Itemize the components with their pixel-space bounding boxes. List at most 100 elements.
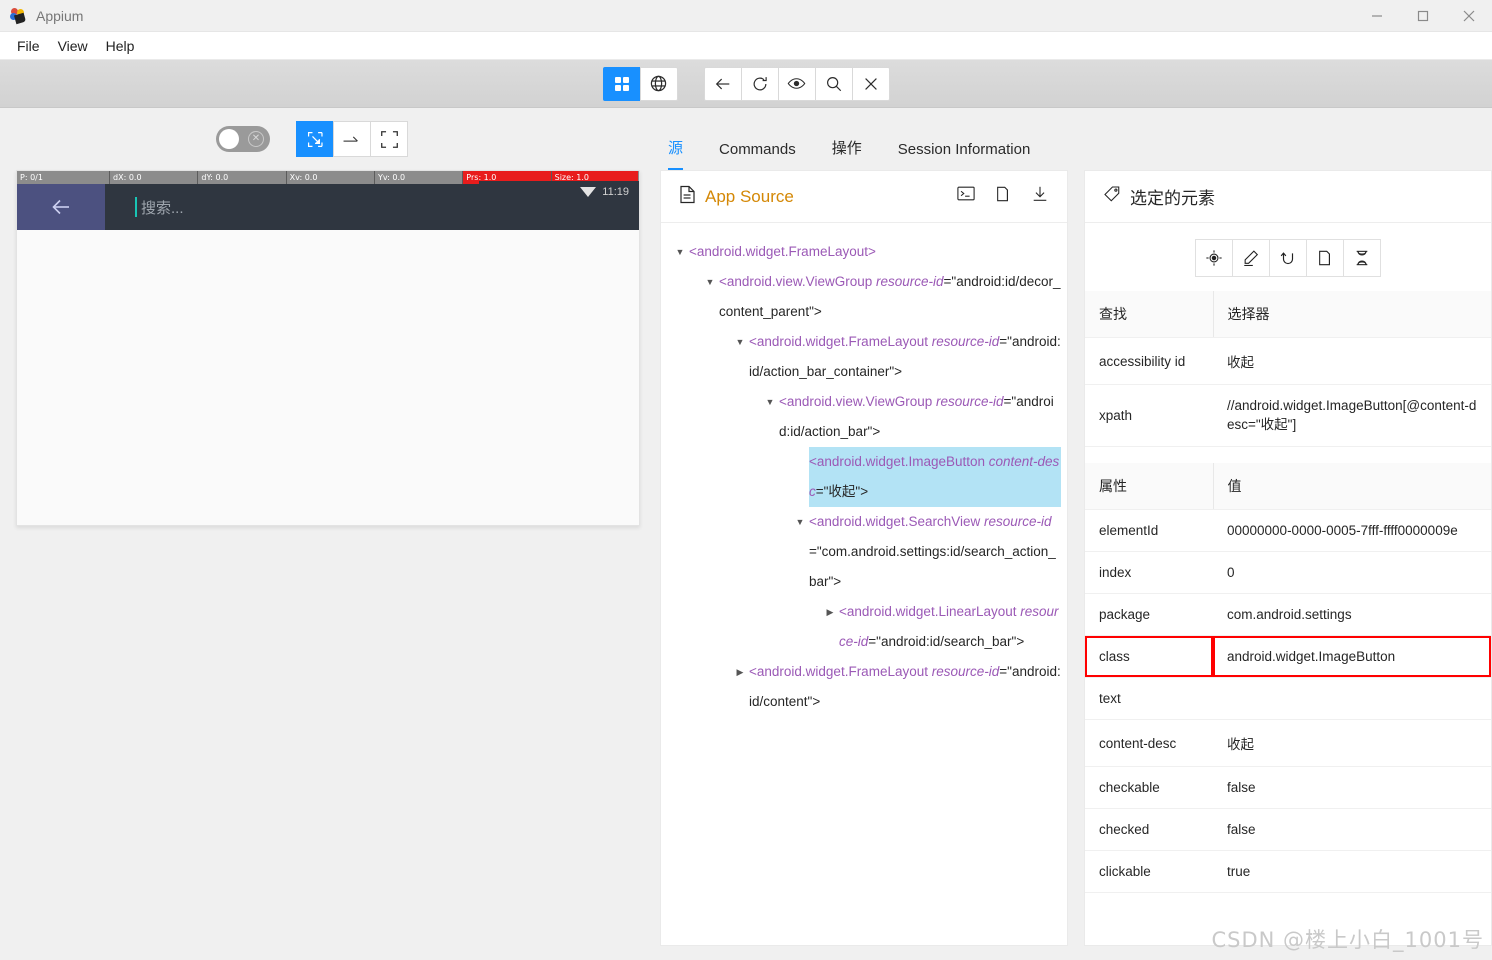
find-header-selector: 选择器 bbox=[1212, 291, 1491, 338]
selected-element-header: 选定的元素 bbox=[1085, 171, 1491, 223]
row-key: xpath bbox=[1085, 384, 1213, 447]
row-key: checkable bbox=[1085, 766, 1213, 809]
row-key: elementId bbox=[1085, 509, 1213, 552]
row-value: 收起 bbox=[1213, 337, 1491, 385]
find-selector-table: 查找 选择器 accessibility id 收起 xpath//android.… bbox=[1085, 291, 1491, 447]
table-row[interactable]: content-desc 收起 bbox=[1085, 719, 1491, 767]
selected-element-panel: 选定的元素 查找 选择器 accessibility id 收起 xpath /… bbox=[1084, 170, 1492, 946]
android-search-field[interactable]: 搜索... bbox=[105, 197, 639, 218]
row-key: clickable bbox=[1085, 850, 1213, 893]
copy-attributes-button[interactable] bbox=[1306, 239, 1344, 277]
device-content-area[interactable] bbox=[17, 230, 639, 525]
row-value: com.android.settings bbox=[1213, 593, 1491, 636]
source-tree-node[interactable]: ▼ <android.widget.SearchView resource-id=… bbox=[671, 507, 1061, 597]
source-tree-node[interactable]: ▼ <android.view.ViewGroup resource-id="an… bbox=[671, 387, 1061, 447]
row-key: text bbox=[1085, 677, 1213, 720]
row-value: false bbox=[1213, 766, 1491, 809]
app-source-actions bbox=[957, 185, 1049, 208]
table-row[interactable]: class android.widget.ImageButton bbox=[1085, 635, 1491, 678]
tab-commands[interactable]: Commands bbox=[719, 141, 796, 170]
chevron-down-icon[interactable]: ▼ bbox=[791, 507, 809, 537]
device-screenshot[interactable]: P: 0/1 dX: 0.0 dY: 0.0 Xv: 0.0 Yv: 0.0 P… bbox=[16, 170, 640, 526]
screenshot-column: ✕ P: 0/1 dX: 0.0 dY: 0.0 Xv: 0.0 Yv: 0.0… bbox=[0, 108, 660, 960]
table-row[interactable]: package com.android.settings bbox=[1085, 593, 1491, 636]
inspector-tabs: 源 Commands 操作 Session Information bbox=[660, 108, 1068, 170]
row-value: //android.widget.ImageButton[@content-de… bbox=[1213, 384, 1491, 447]
screenshot-controls: ✕ bbox=[0, 108, 660, 170]
table-row[interactable]: checked false bbox=[1085, 808, 1491, 851]
table-row[interactable]: clickable true bbox=[1085, 850, 1491, 893]
chevron-right-icon[interactable]: ▶ bbox=[731, 657, 749, 687]
tab-actions[interactable]: 操作 bbox=[832, 137, 862, 170]
web-view-button[interactable] bbox=[639, 66, 678, 101]
selected-element-title: 选定的元素 bbox=[1130, 189, 1215, 208]
search-button[interactable] bbox=[814, 66, 853, 101]
chevron-right-icon[interactable]: ▶ bbox=[821, 597, 839, 627]
android-back-button[interactable] bbox=[17, 184, 105, 230]
interaction-mode-group bbox=[296, 121, 408, 157]
tap-element-button[interactable] bbox=[1195, 239, 1233, 277]
table-row[interactable]: checkable false bbox=[1085, 766, 1491, 809]
source-tree-node[interactable]: ▼ <android.widget.FrameLayout resource-id… bbox=[671, 327, 1061, 387]
terminal-icon[interactable] bbox=[957, 185, 975, 208]
toggle-knob bbox=[219, 129, 239, 149]
text-caret bbox=[135, 197, 137, 217]
chevron-down-icon[interactable]: ▼ bbox=[671, 237, 689, 267]
window-controls bbox=[1354, 0, 1492, 32]
search-placeholder: 搜索... bbox=[141, 199, 184, 217]
app-source-panel: App Source ▼ <android.widget.FrameLayout… bbox=[660, 170, 1068, 946]
minimize-button[interactable] bbox=[1354, 0, 1400, 32]
get-timing-button[interactable] bbox=[1343, 239, 1381, 277]
refresh-button[interactable] bbox=[740, 66, 779, 101]
source-tree-node-label: <android.view.ViewGroup resource-id="and… bbox=[779, 394, 1054, 439]
source-tree-node-label: <android.widget.ImageButton content-desc… bbox=[809, 447, 1061, 507]
tag-icon bbox=[1103, 185, 1121, 208]
quit-session-button[interactable] bbox=[851, 66, 890, 101]
send-keys-button[interactable] bbox=[1232, 239, 1270, 277]
source-refresh-toggle[interactable]: ✕ bbox=[216, 126, 270, 152]
swipe-mode[interactable] bbox=[333, 121, 371, 157]
pointer-stat: dY: 0.0 bbox=[197, 171, 285, 184]
menu-file[interactable]: File bbox=[8, 35, 49, 57]
download-icon[interactable] bbox=[1031, 185, 1049, 208]
table-row[interactable]: index 0 bbox=[1085, 551, 1491, 594]
close-button[interactable] bbox=[1446, 0, 1492, 32]
main-body: ✕ P: 0/1 dX: 0.0 dY: 0.0 Xv: 0.0 Yv: 0.0… bbox=[0, 108, 1492, 960]
tab-session-information[interactable]: Session Information bbox=[898, 141, 1031, 170]
source-tree-node[interactable]: ▼ <android.view.ViewGroup resource-id="an… bbox=[671, 267, 1061, 327]
clear-element-button[interactable] bbox=[1269, 239, 1307, 277]
chevron-down-icon[interactable]: ▼ bbox=[761, 387, 779, 417]
table-row[interactable]: elementId 00000000-0000-0005-7fff-ffff000… bbox=[1085, 509, 1491, 552]
pointer-stat: dX: 0.0 bbox=[109, 171, 197, 184]
row-value: android.widget.ImageButton bbox=[1213, 635, 1491, 678]
x-circle-icon: ✕ bbox=[248, 131, 264, 147]
eye-button[interactable] bbox=[777, 66, 816, 101]
source-tree-node[interactable]: ▼ <android.widget.FrameLayout> bbox=[671, 237, 1061, 267]
grid-view-button[interactable] bbox=[602, 66, 641, 101]
crop-frame-icon[interactable] bbox=[370, 121, 408, 157]
table-row[interactable]: text bbox=[1085, 677, 1491, 720]
table-row[interactable]: xpath//android.widget.ImageButton[@conte… bbox=[1085, 384, 1491, 447]
find-table-header-row: 查找 选择器 bbox=[1085, 291, 1491, 338]
app-source-title: App Source bbox=[705, 186, 794, 206]
chevron-down-icon[interactable]: ▼ bbox=[701, 267, 719, 297]
source-tree-node[interactable]: <android.widget.ImageButton content-desc… bbox=[671, 447, 1061, 507]
tab-source[interactable]: 源 bbox=[668, 137, 684, 170]
title-bar: Appium bbox=[0, 0, 1492, 32]
maximize-button[interactable] bbox=[1400, 0, 1446, 32]
source-tree-node[interactable]: ▶ <android.widget.FrameLayout resource-id… bbox=[671, 657, 1061, 717]
selected-element-column: 选定的元素 查找 选择器 accessibility id 收起 xpath /… bbox=[1068, 108, 1492, 960]
app-source-column: 源 Commands 操作 Session Information App So… bbox=[660, 108, 1068, 960]
copy-icon[interactable] bbox=[995, 185, 1011, 208]
chevron-down-icon[interactable]: ▼ bbox=[731, 327, 749, 357]
row-key: accessibility id bbox=[1085, 337, 1213, 385]
select-element-mode[interactable] bbox=[296, 121, 334, 157]
row-key: content-desc bbox=[1085, 719, 1213, 767]
table-row[interactable]: accessibility id 收起 bbox=[1085, 337, 1491, 385]
menu-help[interactable]: Help bbox=[97, 35, 144, 57]
source-tree-node-label: <android.widget.LinearLayout resource-id… bbox=[839, 604, 1059, 649]
back-button[interactable] bbox=[703, 66, 742, 101]
app-source-header: App Source bbox=[661, 171, 1067, 223]
menu-view[interactable]: View bbox=[49, 35, 97, 57]
source-tree-node[interactable]: ▶ <android.widget.LinearLayout resource-i… bbox=[671, 597, 1061, 657]
